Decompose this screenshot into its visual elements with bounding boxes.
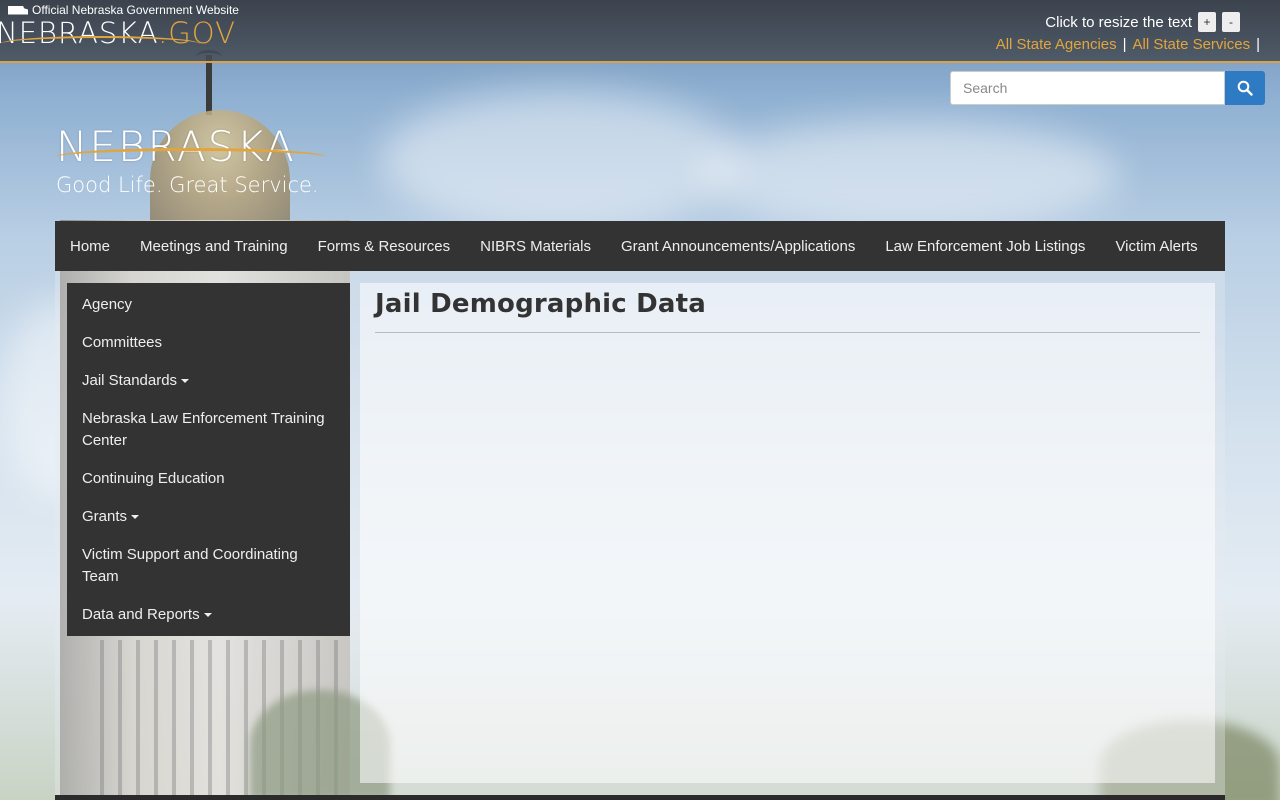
background-cloud (380, 90, 740, 230)
nav-item-forms-resources[interactable]: Forms & Resources (303, 238, 466, 255)
sidebar-item-continuing-education[interactable]: Continuing Education (67, 460, 350, 498)
official-site-label: Official Nebraska Government Website (8, 3, 239, 17)
official-site-text: Official Nebraska Government Website (32, 3, 239, 17)
nav-item-meetings-training[interactable]: Meetings and Training (125, 238, 303, 255)
main-navigation: Home Meetings and Training Forms & Resou… (55, 221, 1225, 271)
sidebar-item-label: Continuing Education (82, 470, 225, 487)
caret-down-icon (203, 613, 212, 618)
sidebar-item-training-center[interactable]: Nebraska Law Enforcement Training Center (67, 400, 350, 460)
brand-tagline: Good Life. Great Service. (56, 173, 319, 197)
nav-item-job-listings[interactable]: Law Enforcement Job Listings (870, 238, 1100, 255)
sidebar-item-label: Agency (82, 296, 133, 313)
site-brand[interactable]: NEBRASKA Good Life. Great Service. (56, 122, 326, 197)
state-links: All State Agencies | All State Services … (996, 36, 1260, 53)
sidebar-item-label: Committees (82, 334, 163, 351)
top-bar: Official Nebraska Government Website NEB… (0, 0, 1280, 63)
nav-item-home[interactable]: Home (55, 238, 125, 255)
link-separator: | (1256, 36, 1260, 53)
resize-label: Click to resize the text (1045, 13, 1192, 31)
sidebar-item-label: Nebraska Law Enforcement Training Center (82, 410, 325, 449)
side-navigation: Agency Committees Jail Standards Nebrask… (67, 283, 350, 636)
increase-text-button[interactable]: + (1198, 12, 1216, 32)
capitol-spire (206, 55, 212, 115)
search-icon (1237, 80, 1253, 96)
sidebar-item-grants[interactable]: Grants (67, 498, 350, 536)
link-separator: | (1122, 36, 1127, 53)
search-button[interactable] (1225, 71, 1265, 105)
nav-item-victim-alerts[interactable]: Victim Alerts (1100, 238, 1212, 255)
sidebar-item-label: Data and Reports (82, 606, 200, 623)
caret-down-icon (181, 379, 190, 384)
background-cloud (700, 120, 1120, 230)
all-state-agencies-link[interactable]: All State Agencies (996, 36, 1117, 53)
sidebar-item-victim-support[interactable]: Victim Support and Coordinating Team (67, 536, 350, 596)
text-resize-control: Click to resize the text + - (1045, 12, 1240, 32)
caret-down-icon (131, 515, 140, 520)
sidebar-item-agency[interactable]: Agency (67, 286, 350, 324)
sidebar-item-label: Jail Standards (82, 372, 178, 389)
gov-logo-swoosh (0, 36, 200, 52)
sidebar-item-committees[interactable]: Committees (67, 324, 350, 362)
sidebar-item-data-reports[interactable]: Data and Reports (67, 596, 350, 634)
sidebar-item-label: Grants (82, 508, 128, 525)
sidebar-item-label: Victim Support and Coordinating Team (82, 546, 298, 585)
nav-item-grant-announcements[interactable]: Grant Announcements/Applications (606, 238, 870, 255)
sidebar-item-jail-standards[interactable]: Jail Standards (67, 362, 350, 400)
main-content: Jail Demographic Data (360, 283, 1215, 783)
footer-bar (55, 795, 1225, 800)
title-divider (375, 332, 1200, 333)
brand-swoosh (56, 148, 326, 166)
page-title: Jail Demographic Data (375, 289, 707, 319)
decrease-text-button[interactable]: - (1222, 12, 1240, 32)
search-input[interactable] (950, 71, 1225, 105)
nav-item-nibrs-materials[interactable]: NIBRS Materials (465, 238, 606, 255)
all-state-services-link[interactable]: All State Services (1133, 36, 1251, 53)
nebraska-state-icon (8, 5, 28, 15)
search-form (950, 71, 1265, 105)
